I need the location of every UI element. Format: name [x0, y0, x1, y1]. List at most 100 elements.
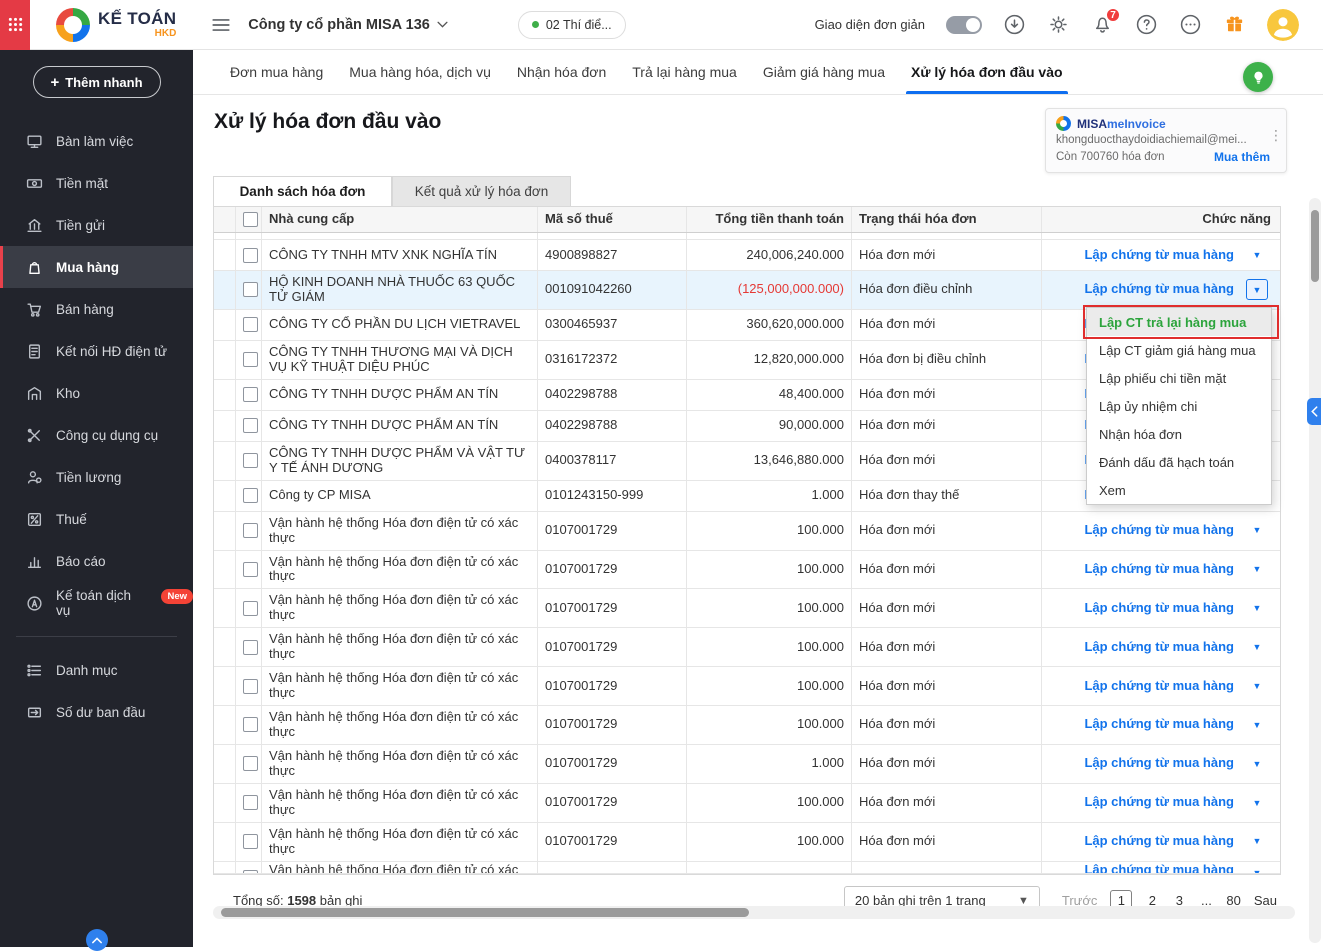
sidebar-item[interactable]: Tiền lương: [0, 456, 193, 498]
subtab[interactable]: Kết quả xử lý hóa đơn: [392, 176, 571, 206]
header-action[interactable]: Chức năng: [1042, 207, 1280, 232]
company-selector[interactable]: Công ty cổ phần MISA 136: [248, 17, 448, 33]
subtab[interactable]: Danh sách hóa đơn: [213, 176, 392, 206]
row-checkbox[interactable]: [243, 756, 258, 771]
menu-item[interactable]: Xem: [1087, 476, 1271, 504]
header-supplier[interactable]: Nhà cung cấp: [262, 207, 538, 232]
chevron-down-icon[interactable]: ▼: [1246, 863, 1268, 874]
chevron-down-icon[interactable]: ▼: [1246, 559, 1268, 580]
row-checkbox[interactable]: [243, 453, 258, 468]
sidebar-item[interactable]: Tiền gửi: [0, 204, 193, 246]
row-checkbox[interactable]: [243, 679, 258, 694]
chevron-down-icon[interactable]: ▼: [1246, 637, 1268, 658]
panel-collapse-handle[interactable]: [1307, 398, 1321, 425]
simple-ui-toggle[interactable]: [946, 16, 982, 34]
meinvoice-more-icon[interactable]: ⋮: [1269, 127, 1283, 144]
row-checkbox[interactable]: [243, 717, 258, 732]
sidebar-item[interactable]: Số dư ban đầu: [0, 691, 193, 733]
create-voucher-link[interactable]: Lập chứng từ mua hàng: [1084, 756, 1234, 771]
chevron-down-icon[interactable]: ▼: [1246, 831, 1268, 852]
nav-tab[interactable]: Nhận hóa đơn: [504, 50, 619, 94]
row-checkbox[interactable]: [243, 601, 258, 616]
create-voucher-link[interactable]: Lập chứng từ mua hàng: [1084, 717, 1234, 732]
sidebar-item[interactable]: Kế toán dịch vụ New: [0, 582, 193, 624]
row-checkbox[interactable]: [243, 488, 258, 503]
chevron-down-icon[interactable]: ▼: [1246, 714, 1268, 735]
more-options-button[interactable]: [1179, 13, 1202, 36]
create-voucher-link[interactable]: Lập chứng từ mua hàng: [1084, 640, 1234, 655]
sidebar-item[interactable]: Danh mục: [0, 649, 193, 691]
create-voucher-link[interactable]: Lập chứng từ mua hàng: [1084, 834, 1234, 849]
row-checkbox[interactable]: [243, 248, 258, 263]
hamburger-menu-icon[interactable]: [210, 14, 232, 36]
sidebar-collapse-button[interactable]: [86, 929, 108, 951]
nav-tab[interactable]: Xử lý hóa đơn đầu vào: [898, 50, 1076, 94]
vertical-scrollbar[interactable]: [1309, 198, 1321, 943]
chevron-down-icon[interactable]: ▼: [1246, 520, 1268, 541]
assistant-bulb-button[interactable]: [1243, 62, 1273, 92]
chevron-down-icon[interactable]: ▼: [1246, 598, 1268, 619]
nav-tab[interactable]: Đơn mua hàng: [217, 50, 336, 94]
create-voucher-link[interactable]: Lập chứng từ mua hàng: [1084, 248, 1234, 263]
nav-tab[interactable]: Giảm giá hàng mua: [750, 50, 898, 94]
menu-item[interactable]: Lập ủy nhiệm chi: [1087, 392, 1271, 420]
row-checkbox[interactable]: [243, 418, 258, 433]
chevron-down-icon[interactable]: ▼: [1246, 676, 1268, 697]
row-checkbox[interactable]: [243, 523, 258, 538]
chevron-down-icon[interactable]: ▼: [1246, 792, 1268, 813]
nav-tab[interactable]: Mua hàng hóa, dịch vụ: [336, 50, 504, 94]
menu-item[interactable]: Lập phiếu chi tiền mặt: [1087, 364, 1271, 392]
settings-button[interactable]: [1047, 13, 1070, 36]
horizontal-scrollbar-thumb[interactable]: [221, 908, 749, 917]
chevron-down-icon[interactable]: ▼: [1246, 279, 1268, 300]
notifications-button[interactable]: 7: [1091, 13, 1114, 36]
header-status[interactable]: Trạng thái hóa đơn: [852, 207, 1042, 232]
menu-item[interactable]: Đánh dấu đã hạch toán: [1087, 448, 1271, 476]
create-voucher-link[interactable]: Lập chứng từ mua hàng: [1084, 562, 1234, 577]
row-checkbox[interactable]: [243, 640, 258, 655]
sidebar-item[interactable]: Tiền mặt: [0, 162, 193, 204]
row-checkbox[interactable]: [243, 317, 258, 332]
menu-item[interactable]: Lập CT giảm giá hàng mua: [1087, 336, 1271, 364]
header-total[interactable]: Tổng tiền thanh toán: [687, 207, 852, 232]
promotion-gift-button[interactable]: [1223, 13, 1246, 36]
vertical-scrollbar-thumb[interactable]: [1311, 210, 1319, 282]
chevron-down-icon[interactable]: ▼: [1246, 245, 1268, 266]
download-button[interactable]: [1003, 13, 1026, 36]
horizontal-scrollbar[interactable]: [213, 906, 1295, 919]
create-voucher-link[interactable]: Lập chứng từ mua hàng: [1084, 601, 1234, 616]
create-voucher-link[interactable]: Lập chứng từ mua hàng: [1084, 863, 1234, 874]
row-checkbox[interactable]: [243, 352, 258, 367]
sidebar-item[interactable]: Kho: [0, 372, 193, 414]
quick-add-button[interactable]: + Thêm nhanh: [33, 66, 161, 98]
menu-item[interactable]: Lập CT trả lại hàng mua: [1087, 308, 1271, 336]
help-button[interactable]: [1135, 13, 1158, 36]
header-tax-code[interactable]: Mã số thuế: [538, 207, 687, 232]
sidebar-item[interactable]: Bàn làm việc: [0, 120, 193, 162]
row-checkbox[interactable]: [243, 387, 258, 402]
create-voucher-link[interactable]: Lập chứng từ mua hàng: [1084, 523, 1234, 538]
app-launcher-button[interactable]: [0, 0, 30, 50]
row-checkbox[interactable]: [243, 795, 258, 810]
sidebar-item[interactable]: Kết nối HĐ điện tử: [0, 330, 193, 372]
select-all-checkbox[interactable]: [243, 212, 258, 227]
row-checkbox[interactable]: [243, 834, 258, 849]
sidebar-item[interactable]: Thuế: [0, 498, 193, 540]
menu-item[interactable]: Nhận hóa đơn: [1087, 420, 1271, 448]
nav-tab[interactable]: Trả lại hàng mua: [619, 50, 750, 94]
company-name: Công ty cổ phần MISA 136: [248, 17, 430, 33]
create-voucher-link[interactable]: Lập chứng từ mua hàng: [1084, 282, 1234, 297]
chevron-down-icon[interactable]: ▼: [1246, 753, 1268, 774]
sidebar-item[interactable]: Bán hàng: [0, 288, 193, 330]
row-checkbox[interactable]: [243, 282, 258, 297]
row-checkbox[interactable]: [243, 870, 258, 874]
create-voucher-link[interactable]: Lập chứng từ mua hàng: [1084, 795, 1234, 810]
branch-chip[interactable]: 02 Thí điể...: [518, 11, 626, 39]
sidebar-item[interactable]: Báo cáo: [0, 540, 193, 582]
create-voucher-link[interactable]: Lập chứng từ mua hàng: [1084, 679, 1234, 694]
buy-more-link[interactable]: Mua thêm: [1214, 150, 1270, 164]
avatar[interactable]: [1267, 9, 1299, 41]
sidebar-item[interactable]: Mua hàng: [0, 246, 193, 288]
sidebar-item[interactable]: Công cụ dụng cụ: [0, 414, 193, 456]
row-checkbox[interactable]: [243, 562, 258, 577]
